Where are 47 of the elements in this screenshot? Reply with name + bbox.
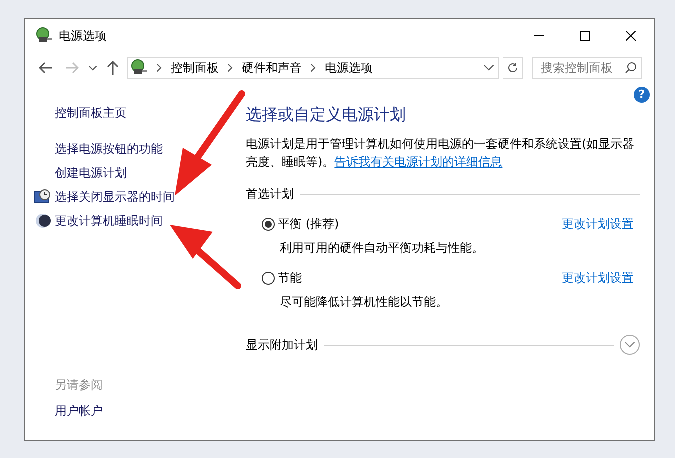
- search-icon: [625, 62, 637, 74]
- section-heading: 显示附加计划: [246, 337, 318, 354]
- plan-name: 平衡 (推荐): [278, 216, 340, 233]
- breadcrumb-item[interactable]: 控制面板: [171, 59, 219, 77]
- sidebar-link[interactable]: 用户帐户: [55, 402, 246, 420]
- sidebar-link[interactable]: 选择关闭显示器的时间: [55, 188, 175, 206]
- plan-description: 尽可能降低计算机性能以节能。: [279, 294, 449, 311]
- arrow-left-icon: [39, 62, 53, 74]
- page-heading: 选择或自定义电源计划: [246, 104, 407, 126]
- sidebar-link[interactable]: 创建电源计划: [55, 164, 127, 182]
- radio-button[interactable]: [262, 272, 275, 284]
- sidebar-link[interactable]: 更改计算机睡眠时间: [55, 212, 163, 230]
- power-plug-icon: [130, 59, 148, 77]
- address-bar[interactable]: 控制面板 硬件和声音 电源选项: [127, 57, 499, 79]
- arrow-right-icon: [65, 62, 79, 74]
- refresh-button[interactable]: [503, 57, 523, 79]
- chevron-right-icon: [228, 64, 233, 72]
- chevron-down-icon: [625, 342, 635, 348]
- chevron-down-icon[interactable]: [484, 65, 494, 71]
- expand-button[interactable]: [620, 335, 640, 355]
- see-also-heading: 另请参阅: [55, 377, 104, 394]
- arrow-annotation: [170, 225, 242, 290]
- change-plan-link[interactable]: 更改计划设置: [562, 269, 634, 287]
- plan-name: 节能: [278, 270, 302, 287]
- close-icon: [626, 31, 636, 41]
- learn-more-link[interactable]: 告诉我有关电源计划的详细信息: [334, 155, 503, 169]
- moon-icon: [35, 213, 51, 229]
- description-text: 电源计划是用于管理计算机如何使用电源的一套硬件和系统设置(如显示器亮度、睡眠等)。告诉我有关电源计划的详细信息: [246, 136, 636, 171]
- maximize-icon: [580, 31, 590, 41]
- clock-monitor-icon: [34, 189, 52, 205]
- sidebar-link[interactable]: 选择电源按钮的功能: [55, 140, 163, 158]
- change-plan-link[interactable]: 更改计划设置: [562, 215, 634, 233]
- breadcrumb-item[interactable]: 电源选项: [325, 59, 373, 77]
- help-button[interactable]: ?: [634, 87, 650, 103]
- power-plug-icon: [35, 27, 53, 45]
- radio-button[interactable]: [262, 218, 275, 230]
- arrow-up-icon: [107, 61, 119, 75]
- refresh-icon: [506, 62, 518, 74]
- chevron-right-icon: [311, 64, 316, 72]
- chevron-right-icon: [157, 64, 162, 72]
- search-field[interactable]: 搜索控制面板: [532, 57, 642, 79]
- window-title: 电源选项: [59, 28, 107, 45]
- section-heading: 首选计划: [246, 186, 294, 203]
- breadcrumb-item[interactable]: 硬件和声音: [242, 59, 302, 77]
- chevron-down-icon: [89, 66, 97, 70]
- plan-description: 利用可用的硬件自动平衡功耗与性能。: [279, 240, 485, 257]
- sidebar-link[interactable]: 控制面板主页: [55, 104, 127, 122]
